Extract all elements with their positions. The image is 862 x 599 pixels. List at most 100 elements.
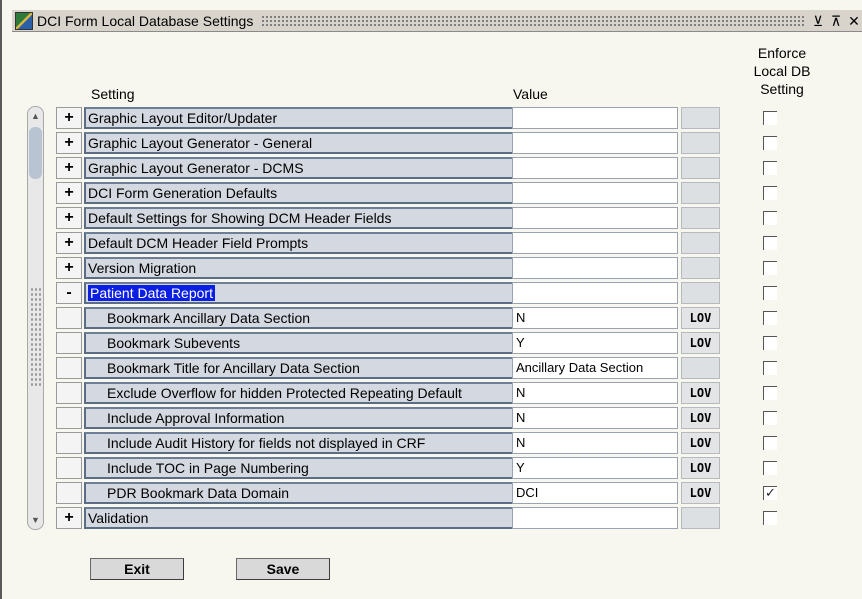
- vertical-scrollbar[interactable]: ▲ ▼: [27, 106, 44, 530]
- lov-button[interactable]: [681, 507, 720, 529]
- save-button[interactable]: Save: [236, 558, 330, 580]
- row-selector[interactable]: [56, 357, 82, 379]
- row-selector[interactable]: [56, 432, 82, 454]
- collapse-toggle[interactable]: -: [56, 282, 82, 304]
- row-selector[interactable]: [56, 482, 82, 504]
- minimize-icon[interactable]: ⊻: [812, 14, 824, 28]
- setting-label-text: Bookmark Ancillary Data Section: [107, 310, 311, 326]
- lov-button[interactable]: [681, 132, 720, 154]
- value-field[interactable]: N: [512, 307, 678, 329]
- setting-label[interactable]: Bookmark Ancillary Data Section: [84, 307, 562, 329]
- value-field[interactable]: [512, 507, 678, 529]
- lov-button[interactable]: [681, 282, 720, 304]
- lov-button[interactable]: LOV: [681, 457, 720, 479]
- setting-label[interactable]: Default Settings for Showing DCM Header …: [84, 207, 562, 229]
- value-field[interactable]: N: [512, 432, 678, 454]
- enforce-checkbox[interactable]: [763, 186, 777, 200]
- value-field[interactable]: Ancillary Data Section: [512, 357, 678, 379]
- expand-toggle[interactable]: +: [56, 207, 82, 229]
- lov-button[interactable]: LOV: [681, 432, 720, 454]
- enforce-checkbox[interactable]: [763, 236, 777, 250]
- expand-toggle[interactable]: +: [56, 232, 82, 254]
- setting-label[interactable]: Graphic Layout Generator - DCMS: [84, 157, 562, 179]
- enforce-checkbox[interactable]: [763, 136, 777, 150]
- expand-toggle[interactable]: +: [56, 107, 82, 129]
- setting-label[interactable]: DCI Form Generation Defaults: [84, 182, 562, 204]
- setting-label[interactable]: PDR Bookmark Data Domain: [84, 482, 562, 504]
- row-selector[interactable]: [56, 307, 82, 329]
- lov-button[interactable]: [681, 182, 720, 204]
- title-bar-grip[interactable]: [261, 14, 804, 27]
- scroll-down-icon[interactable]: ▼: [28, 512, 43, 528]
- setting-label[interactable]: Default DCM Header Field Prompts: [84, 232, 562, 254]
- enforce-checkbox[interactable]: [763, 286, 777, 300]
- setting-label[interactable]: Bookmark Title for Ancillary Data Sectio…: [84, 357, 562, 379]
- expand-toggle[interactable]: +: [56, 182, 82, 204]
- value-field[interactable]: Y: [512, 457, 678, 479]
- enforce-checkbox[interactable]: [763, 336, 777, 350]
- expand-toggle[interactable]: +: [56, 157, 82, 179]
- value-field[interactable]: N: [512, 407, 678, 429]
- enforce-checkbox[interactable]: [763, 411, 777, 425]
- value-field[interactable]: [512, 107, 678, 129]
- value-field[interactable]: [512, 282, 678, 304]
- checkmark-icon: ✓: [765, 485, 776, 500]
- enforce-checkbox[interactable]: [763, 361, 777, 375]
- enforce-checkbox[interactable]: [763, 211, 777, 225]
- row-selector[interactable]: [56, 382, 82, 404]
- lov-button[interactable]: [681, 207, 720, 229]
- lov-button[interactable]: [681, 257, 720, 279]
- scroll-up-icon[interactable]: ▲: [28, 108, 43, 124]
- value-field[interactable]: [512, 232, 678, 254]
- lov-button[interactable]: LOV: [681, 482, 720, 504]
- exit-button[interactable]: Exit: [90, 558, 184, 580]
- value-field[interactable]: DCI: [512, 482, 678, 504]
- maximize-icon[interactable]: ⊼: [830, 14, 842, 28]
- setting-label[interactable]: Version Migration: [84, 257, 562, 279]
- enforce-checkbox[interactable]: [763, 461, 777, 475]
- setting-label[interactable]: Graphic Layout Generator - General: [84, 132, 562, 154]
- setting-label[interactable]: Bookmark Subevents: [84, 332, 562, 354]
- setting-label[interactable]: Include TOC in Page Numbering: [84, 457, 562, 479]
- value-field[interactable]: Y: [512, 332, 678, 354]
- lov-button[interactable]: LOV: [681, 332, 720, 354]
- setting-label[interactable]: Exclude Overflow for hidden Protected Re…: [84, 382, 562, 404]
- enforce-checkbox[interactable]: [763, 261, 777, 275]
- enforce-checkbox[interactable]: [763, 311, 777, 325]
- setting-label-text: Version Migration: [88, 260, 197, 276]
- row-selector[interactable]: [56, 457, 82, 479]
- lov-button[interactable]: [681, 357, 720, 379]
- setting-label[interactable]: Include Approval Information: [84, 407, 562, 429]
- scroll-thumb[interactable]: [29, 127, 42, 179]
- setting-label[interactable]: Validation: [84, 507, 562, 529]
- expand-toggle[interactable]: +: [56, 132, 82, 154]
- setting-label[interactable]: Patient Data Report: [84, 282, 562, 304]
- enforce-checkbox[interactable]: [763, 386, 777, 400]
- enforce-checkbox[interactable]: [763, 511, 777, 525]
- expand-toggle[interactable]: +: [56, 257, 82, 279]
- setting-label[interactable]: Graphic Layout Editor/Updater: [84, 107, 562, 129]
- lov-button[interactable]: [681, 107, 720, 129]
- value-field[interactable]: N: [512, 382, 678, 404]
- enforce-checkbox[interactable]: [763, 161, 777, 175]
- close-icon[interactable]: ✕: [848, 14, 860, 28]
- enforce-checkbox[interactable]: [763, 436, 777, 450]
- lov-button[interactable]: [681, 157, 720, 179]
- value-field[interactable]: [512, 132, 678, 154]
- value-field[interactable]: [512, 257, 678, 279]
- expand-toggle[interactable]: +: [56, 507, 82, 529]
- enforce-checkbox[interactable]: [763, 111, 777, 125]
- setting-label[interactable]: Include Audit History for fields not dis…: [84, 432, 562, 454]
- table-row: + Graphic Layout Generator - DCMS: [56, 156, 786, 179]
- value-field[interactable]: [512, 157, 678, 179]
- row-selector[interactable]: [56, 407, 82, 429]
- lov-button[interactable]: [681, 232, 720, 254]
- value-field[interactable]: [512, 182, 678, 204]
- lov-button[interactable]: LOV: [681, 382, 720, 404]
- enforce-checkbox[interactable]: ✓: [763, 486, 777, 500]
- value-field[interactable]: [512, 207, 678, 229]
- table-row: Bookmark Ancillary Data Section N LOV: [56, 306, 786, 329]
- lov-button[interactable]: LOV: [681, 307, 720, 329]
- row-selector[interactable]: [56, 332, 82, 354]
- lov-button[interactable]: LOV: [681, 407, 720, 429]
